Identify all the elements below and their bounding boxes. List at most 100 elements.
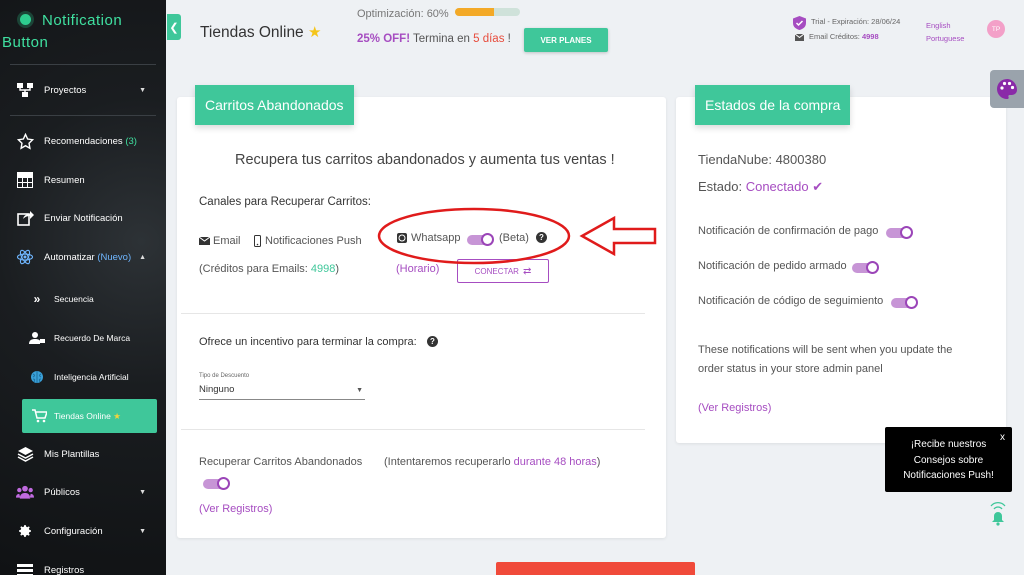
bottom-red-button[interactable] (496, 562, 695, 575)
sidebar-item-enviar-notificacion[interactable]: Enviar Notificación (0, 201, 166, 235)
view-logs-link[interactable]: (Ver Registros) (199, 503, 272, 515)
channel-email[interactable]: Email (213, 235, 241, 247)
layers-icon (16, 445, 34, 463)
email-credits-note: (Créditos para Emails: 4998) (199, 263, 340, 275)
store-id: TiendaNube: 4800380 (698, 152, 827, 167)
notif-payment-label: Notificación de confirmación de pago (698, 225, 879, 237)
star-emoji-icon: ★ (113, 410, 121, 421)
shield-check-icon (793, 16, 806, 30)
sidebar-divider (10, 64, 156, 65)
user-tag-icon (28, 329, 46, 347)
email-credits: Email Créditos: 4998 (809, 32, 879, 41)
help-icon[interactable]: ? (427, 336, 438, 347)
top-bar: Tiendas Online ★ Optimización: 60% 25% O… (181, 0, 1024, 62)
list-icon (16, 561, 34, 575)
info-line-1: These notifications will be sent when yo… (698, 344, 953, 356)
sidebar-item-label: Configuración (44, 525, 103, 537)
sidebar: Notification Button Proyectos ▼ Recomend… (0, 0, 166, 575)
sidebar-item-label: Secuencia (54, 294, 94, 304)
sidebar-item-proyectos[interactable]: Proyectos ▼ (0, 73, 166, 107)
caret-up-icon: ▲ (139, 253, 146, 261)
app-name-line1: Notification (42, 12, 123, 29)
connection-status: Estado: Conectado ✔ (698, 179, 824, 194)
sidebar-item-label: Públicos (44, 486, 80, 498)
double-chevron-icon: » (33, 292, 41, 306)
sidebar-item-label: Enviar Notificación (44, 212, 123, 224)
sidebar-item-label: Automatizar (Nuevo) (44, 251, 132, 263)
sidebar-item-configuracion[interactable]: Configuración ▼ (0, 514, 166, 548)
table-icon (16, 171, 34, 189)
sidebar-item-recomendaciones[interactable]: Recomendaciones (3) (0, 124, 166, 158)
brain-icon (28, 368, 46, 386)
optimization-progress-bar (455, 8, 520, 16)
sidebar-item-publicos[interactable]: Públicos ▼ (0, 475, 166, 509)
envelope-icon (795, 34, 804, 41)
sidebar-item-label: Tiendas Online ★ (54, 410, 121, 421)
envelope-icon (199, 237, 210, 245)
carts-headline: Recupera tus carritos abandonados y aume… (235, 152, 615, 168)
star-icon (16, 132, 34, 150)
sidebar-item-label: Recuerdo De Marca (54, 333, 131, 343)
collapse-sidebar-button[interactable]: ❮ (167, 14, 181, 40)
annotation-overlay (377, 207, 657, 265)
discount-type-select[interactable]: Ninguno ▼ (199, 382, 365, 400)
logo-dot-icon (20, 14, 31, 25)
cart-icon (30, 407, 48, 425)
sidebar-item-label: Registros (44, 564, 85, 575)
recover-carts-label: Recuperar Carritos Abandonados (199, 456, 363, 468)
exchange-icon: ⇄ (522, 265, 532, 277)
notif-tracking-toggle[interactable] (891, 296, 918, 309)
trial-expiration: Trial - Expiración: 28/06/24 (811, 17, 901, 26)
divider (181, 429, 645, 430)
sidebar-item-mis-plantillas[interactable]: Mis Plantillas (0, 437, 166, 471)
palette-icon (997, 79, 1017, 99)
avatar[interactable]: TP (987, 20, 1005, 38)
project-diagram-icon (16, 81, 34, 99)
language-english-link[interactable]: English (926, 21, 951, 30)
caret-down-icon: ▼ (139, 488, 146, 496)
close-icon[interactable]: x (1000, 430, 1005, 446)
abandoned-carts-card: Carritos Abandonados Recupera tus carrit… (177, 85, 666, 538)
sidebar-item-label: Proyectos (44, 84, 87, 96)
app-name-line2: Button (2, 34, 49, 51)
view-plans-button[interactable]: VER PLANES (524, 28, 608, 52)
sidebar-item-resumen[interactable]: Resumen (0, 163, 166, 197)
notification-bell-icon[interactable] (987, 500, 1009, 528)
caret-down-icon: ▼ (139, 86, 146, 94)
sidebar-divider (10, 115, 156, 116)
card-title: Estados de la compra (695, 85, 851, 125)
sidebar-item-recuerdo-de-marca[interactable]: Recuerdo De Marca (0, 321, 166, 355)
notif-payment-toggle[interactable] (886, 226, 913, 239)
check-icon: ✔ (812, 179, 824, 194)
theme-palette-button[interactable] (990, 70, 1024, 108)
recover-note: (Intentaremos recuperarlo durante 48 hor… (384, 456, 601, 468)
caret-down-icon: ▼ (356, 387, 363, 394)
incentive-label: Ofrece un incentivo para terminar la com… (199, 336, 417, 348)
push-tips-tooltip: x ¡Recibe nuestros Consejos sobre Notifi… (885, 427, 1012, 492)
users-icon (16, 483, 34, 501)
notif-packed-label: Notificación de pedido armado (698, 260, 847, 272)
purchase-status-card: Estados de la compra TiendaNube: 4800380… (676, 85, 1006, 443)
tooltip-line: Notificaciones Push! (903, 470, 994, 481)
recover-carts-toggle[interactable] (203, 477, 230, 490)
atom-icon (16, 248, 34, 266)
tooltip-line: ¡Recibe nuestros (910, 439, 987, 450)
tooltip-line: Consejos sobre (913, 454, 984, 466)
notif-packed-toggle[interactable] (852, 261, 879, 274)
sidebar-item-label: Inteligencia Artificial (54, 372, 129, 382)
info-line-2: order status in your store admin panel (698, 363, 883, 375)
sidebar-item-automatizar[interactable]: Automatizar (Nuevo) ▲ (0, 240, 166, 274)
sidebar-item-tiendas-online[interactable]: Tiendas Online ★ (22, 399, 157, 433)
view-logs-link[interactable]: (Ver Registros) (698, 402, 771, 414)
sidebar-item-label: Resumen (44, 174, 85, 186)
notif-tracking-label: Notificación de código de seguimiento (698, 295, 884, 307)
sidebar-item-label: Mis Plantillas (44, 448, 100, 460)
mobile-icon (254, 235, 261, 247)
sidebar-item-label: Recomendaciones (3) (44, 135, 137, 147)
language-portuguese-link[interactable]: Portuguese (926, 34, 964, 43)
gear-icon (16, 522, 34, 540)
sidebar-item-registros[interactable]: Registros (0, 553, 166, 575)
sidebar-item-secuencia[interactable]: » Secuencia (0, 282, 166, 316)
channel-push[interactable]: Notificaciones Push (265, 235, 362, 247)
sidebar-item-inteligencia-artificial[interactable]: Inteligencia Artificial (0, 360, 166, 394)
